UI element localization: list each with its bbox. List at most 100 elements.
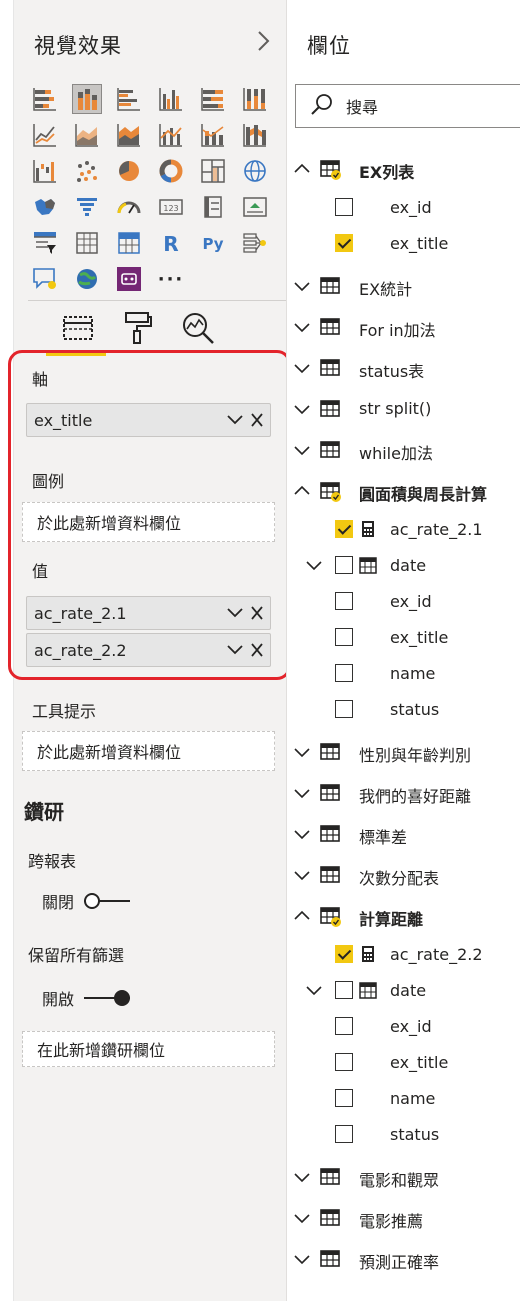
field-checkbox[interactable] [335,198,353,216]
field-row[interactable]: status [287,1116,520,1152]
field-checkbox[interactable] [335,700,353,718]
matrix-icon[interactable] [114,228,144,258]
clustered-bar-chart-icon[interactable] [114,84,144,114]
field-row[interactable]: ac_rate_2.1 [287,511,520,547]
table-row[interactable]: For in加法 [287,309,520,345]
line-stacked-column-icon[interactable] [198,120,228,150]
field-checkbox[interactable] [335,234,353,252]
table-row[interactable]: EX統計 [287,268,520,304]
stacked-column-chart-icon[interactable] [72,84,102,114]
python-visual-icon[interactable]: Py [198,228,228,258]
multi-row-card-icon[interactable] [198,192,228,222]
stacked-area-chart-icon[interactable] [114,120,144,150]
field-checkbox[interactable] [335,664,353,682]
arcgis-map-icon[interactable] [72,264,102,294]
chevron-down-icon[interactable] [305,981,323,999]
chevron-down-icon[interactable] [293,277,311,295]
field-checkbox[interactable] [335,628,353,646]
field-row[interactable]: ex_title [287,1044,520,1080]
toggle-on-switch[interactable] [84,989,131,1007]
field-checkbox[interactable] [335,981,353,999]
chevron-down-icon[interactable] [226,408,244,432]
pie-chart-icon[interactable] [114,156,144,186]
chevron-down-icon[interactable] [293,441,311,459]
drillthrough-drop-zone[interactable]: 在此新增鑽研欄位 [22,1031,275,1067]
field-row[interactable]: ex_id [287,583,520,619]
table-row[interactable]: EX列表 [287,151,520,187]
table-row[interactable]: 計算距離 [287,898,520,934]
line-chart-icon[interactable] [30,120,60,150]
chevron-down-icon[interactable] [293,359,311,377]
field-checkbox[interactable] [335,1053,353,1071]
table-icon[interactable] [72,228,102,258]
field-row[interactable]: status [287,691,520,727]
stacked-bar-chart-icon[interactable] [30,84,60,114]
table-row[interactable]: str split() [287,391,520,427]
clustered-column-chart-icon[interactable] [156,84,186,114]
field-checkbox[interactable] [335,945,353,963]
treemap-icon[interactable] [198,156,228,186]
chevron-down-icon[interactable] [293,1250,311,1268]
close-icon[interactable] [250,638,264,662]
area-chart-icon[interactable] [72,120,102,150]
tooltip-drop-zone[interactable]: 於此處新增資料欄位 [22,731,275,771]
filled-map-icon[interactable] [30,192,60,222]
field-row[interactable]: ex_title [287,225,520,261]
field-checkbox[interactable] [335,592,353,610]
waterfall-chart-icon[interactable] [30,156,60,186]
power-apps-icon[interactable] [114,264,144,294]
table-row[interactable]: while加法 [287,432,520,468]
slicer-icon[interactable] [30,228,60,258]
gauge-icon[interactable] [114,192,144,222]
value-field-pill[interactable]: ac_rate_2.1 [26,596,271,630]
field-checkbox[interactable] [335,556,353,574]
analytics-magnifier-icon[interactable] [178,308,218,348]
table-row[interactable]: 電影推薦 [287,1200,520,1236]
close-icon[interactable] [250,601,264,625]
map-icon[interactable] [240,156,270,186]
chevron-up-icon[interactable] [293,907,311,925]
field-checkbox[interactable] [335,1017,353,1035]
card-icon[interactable]: 123 [156,192,186,222]
field-checkbox[interactable] [335,1089,353,1107]
table-row[interactable]: 次數分配表 [287,857,520,893]
table-row[interactable]: 我們的喜好距離 [287,775,520,811]
table-row[interactable]: 標準差 [287,816,520,852]
legend-drop-zone[interactable]: 於此處新增資料欄位 [22,502,275,542]
chevron-up-icon[interactable] [293,482,311,500]
field-row[interactable]: ex_id [287,189,520,225]
format-paintbrush-icon[interactable] [118,308,158,348]
chevron-down-icon[interactable] [293,784,311,802]
field-row[interactable]: date [287,972,520,1008]
table-row[interactable]: 電影和觀眾 [287,1159,520,1195]
chevron-down-icon[interactable] [226,638,244,662]
table-row[interactable]: status表 [287,350,520,386]
ribbon-chart-icon[interactable] [240,120,270,150]
key-influencers-icon[interactable] [240,228,270,258]
field-row[interactable]: ex_id [287,1008,520,1044]
axis-field-pill[interactable]: ex_title [26,403,271,437]
toggle-off-switch[interactable] [84,892,131,910]
chevron-down-icon[interactable] [293,825,311,843]
100-stacked-column-chart-icon[interactable] [240,84,270,114]
chevron-down-icon[interactable] [293,1168,311,1186]
100-stacked-bar-chart-icon[interactable] [198,84,228,114]
chevron-down-icon[interactable] [293,318,311,336]
donut-chart-icon[interactable] [156,156,186,186]
field-row[interactable]: date [287,547,520,583]
field-row[interactable]: name [287,1080,520,1116]
table-row[interactable]: 預測正確率 [287,1241,520,1277]
scatter-chart-icon[interactable] [72,156,102,186]
cross-report-toggle[interactable]: 關閉 [42,889,131,913]
chevron-down-icon[interactable] [305,556,323,574]
r-visual-icon[interactable]: R [156,228,186,258]
field-checkbox[interactable] [335,520,353,538]
funnel-icon[interactable] [72,192,102,222]
chevron-down-icon[interactable] [293,1209,311,1227]
chevron-down-icon[interactable] [226,601,244,625]
more-visuals-icon[interactable]: ··· [156,264,186,294]
qa-visual-icon[interactable] [30,264,60,294]
kpi-icon[interactable] [240,192,270,222]
field-checkbox[interactable] [335,1125,353,1143]
chevron-up-icon[interactable] [293,160,311,178]
